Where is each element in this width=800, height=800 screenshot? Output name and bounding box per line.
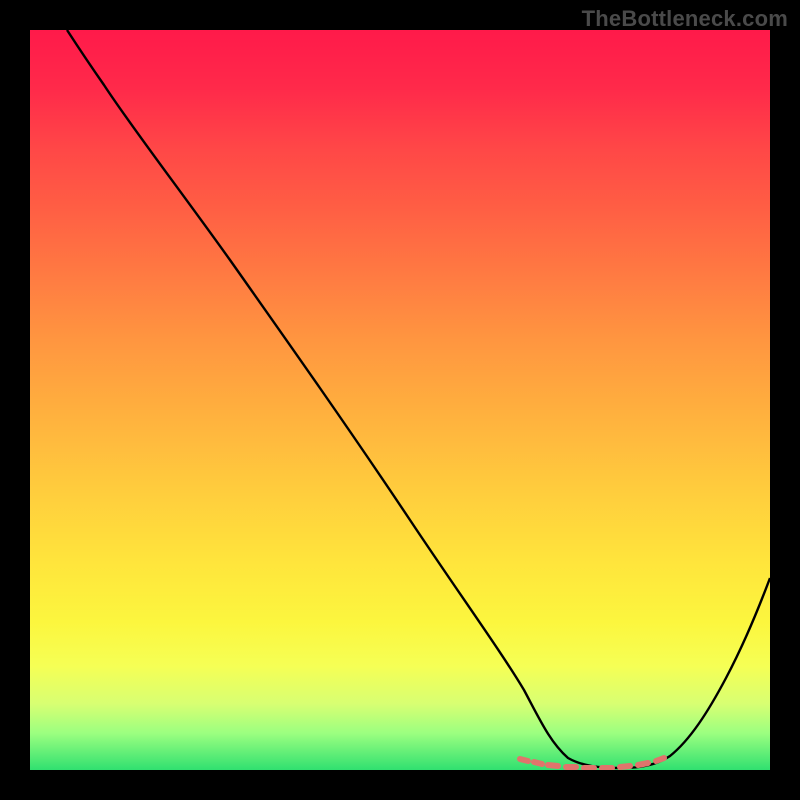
chart-container: TheBottleneck.com bbox=[0, 0, 800, 800]
plot-area bbox=[30, 30, 770, 770]
watermark-text: TheBottleneck.com bbox=[582, 6, 788, 32]
optimum-zone-markers bbox=[520, 758, 664, 768]
curve-svg bbox=[30, 30, 770, 770]
bottleneck-curve bbox=[67, 30, 770, 768]
